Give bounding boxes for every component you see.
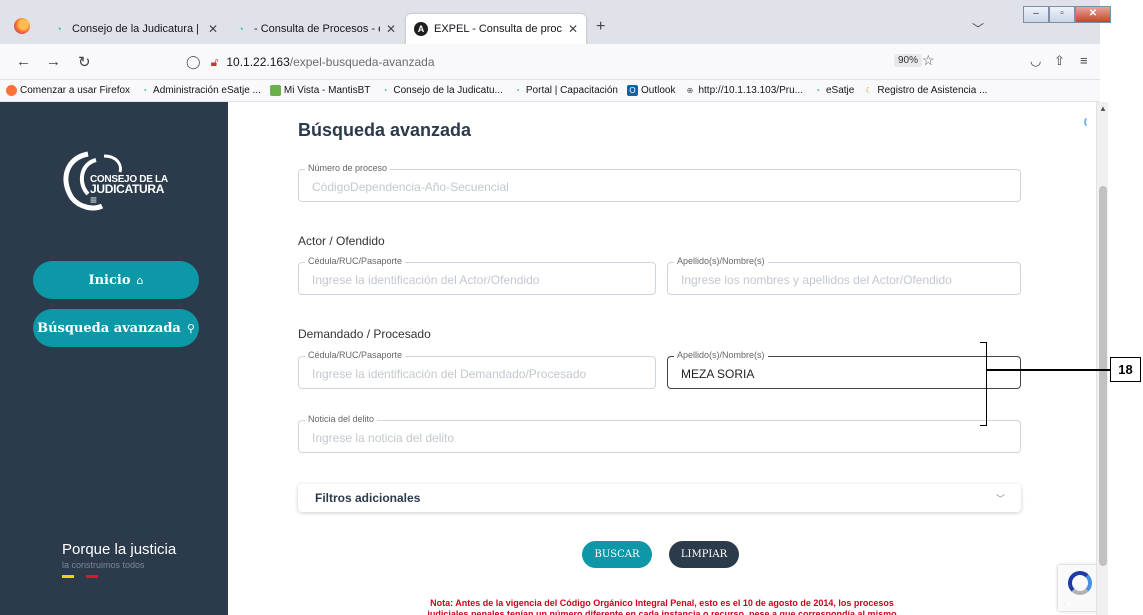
url-path: /expel-busqueda-avanzada [289,55,435,69]
flag-stripe-blue [74,575,86,578]
tab-consejo[interactable]: ◔ Consejo de la Judicatura | Cons ✕ [44,14,226,44]
logo-line-2: JUDICATURA ≡ [90,182,164,207]
url-bar[interactable]: ◯ 🔓︎ 10.1.22.163/expel-busqueda-avanzada [186,49,918,75]
new-tab-button[interactable]: + [596,18,605,36]
menu-icon[interactable]: ≡ [1080,53,1088,68]
bookmark-star-icon[interactable]: ☆ [922,52,935,69]
browser-nav-bar: ← → ↻ ◯ 🔓︎ 10.1.22.163/expel-busqueda-av… [0,44,1100,80]
window-close-icon[interactable]: ✕ [1075,6,1111,23]
flag-stripe-yellow [62,575,74,578]
angular-icon: A [414,22,428,36]
bookmark-item[interactable]: ◔ Portal | Capacitación [512,85,618,96]
bookmark-item[interactable]: ◔ eSatje [812,85,854,96]
reload-icon[interactable]: ↻ [78,53,91,71]
annotation-line [987,369,1110,371]
scroll-up-icon[interactable]: ▲ [1099,104,1107,113]
demandado-section-title: Demandado / Procesado [298,327,431,341]
legal-note: Nota: Antes de la vigencia del Código Or… [427,598,897,615]
back-arrow-icon[interactable]: ← [16,53,31,70]
limpiar-button[interactable]: LIMPIAR [669,541,739,568]
bookmarks-bar: Comenzar a usar Firefox ◔ Administración … [0,80,1100,102]
esatje-icon: ◔ [56,24,62,34]
actor-id-field[interactable]: Cédula/RUC/Pasaporte Ingrese la identifi… [298,256,656,295]
tab-expel[interactable]: A EXPEL - Consulta de procesos ✕ [406,14,586,44]
buscar-button[interactable]: BUSCAR [582,541,652,568]
page-scrollbar[interactable]: ▲ [1096,102,1108,615]
scroll-thumb[interactable] [1099,186,1107,566]
bookmark-item[interactable]: Mi Vista - MantisBT [269,85,370,96]
demandado-name-field[interactable]: Apellido(s)/Nombre(s) MEZA SORIA [667,350,1021,389]
zoom-level[interactable]: 90% [894,54,923,67]
tab-close-icon[interactable]: ✕ [386,22,396,36]
esatje-icon: ◔ [238,24,244,34]
nav-busqueda-button[interactable]: Búsqueda avanzada ⚲ [33,309,199,347]
forward-arrow-icon[interactable]: → [46,53,61,70]
registro-icon: ☾ [865,86,873,95]
bookmark-item[interactable]: O Outlook [626,85,675,96]
annotation-bracket [980,342,987,426]
shield-icon[interactable]: ◯ [186,54,201,70]
actor-section-title: Actor / Ofendido [298,234,385,248]
share-icon[interactable]: ⇧ [1054,53,1065,69]
browser-tab-bar: ◔ Consejo de la Judicatura | Cons ✕ ◔ - … [0,0,1111,44]
bookmark-item[interactable]: ◔ Administración eSatje ... [139,85,261,96]
judicatura-logo: CONSEJO DE LA JUDICATURA ≡ [58,150,168,212]
actor-name-field[interactable]: Apellido(s)/Nombre(s) Ingrese los nombre… [667,256,1021,295]
tab-close-icon[interactable]: ✕ [568,22,578,36]
tab-esatje[interactable]: ◔ - Consulta de Procesos - eSATJE ✕ [226,14,404,44]
maximize-icon[interactable]: ▫ [1049,6,1075,23]
tab-close-icon[interactable]: ✕ [208,22,218,36]
firefox-icon [6,85,17,96]
url-host: 10.1.22.163 [226,55,290,69]
noticia-delito-field[interactable]: Noticia del delito Ingrese la noticia de… [298,414,1021,453]
demandado-id-field[interactable]: Cédula/RUC/Pasaporte Ingrese la identifi… [298,350,656,389]
sidebar: CONSEJO DE LA JUDICATURA ≡ Inicio ⌂ Búsq… [0,102,228,615]
nav-inicio-button[interactable]: Inicio ⌂ [33,261,199,299]
window-controls: – ▫ ✕ [1023,6,1111,23]
outlook-icon: O [626,85,638,96]
loading-spinner-icon [1084,116,1096,128]
recaptcha-icon [1068,571,1092,595]
globe-icon: ⊕ [686,86,694,95]
screenshot-root: ◔ Consejo de la Judicatura | Cons ✕ ◔ - … [0,0,1143,615]
flag-stripe-red [86,575,98,578]
mantis-icon [269,85,281,96]
firefox-icon [14,18,30,34]
esatje-icon: ◔ [382,86,388,95]
esatje-icon: ◔ [142,86,147,95]
tagline: Porque la justicia [62,541,177,558]
numero-proceso-field[interactable]: Número de proceso CódigoDependencia-Año-… [298,163,1021,202]
esatje-icon: ◔ [815,86,820,95]
list-tabs-icon[interactable]: ﹀ [972,20,984,37]
bookmark-item[interactable]: ☾ Registro de Asistencia ... [863,85,987,96]
page-title: Búsqueda avanzada [298,120,472,140]
filtros-adicionales-panel[interactable]: Filtros adicionales ﹀ [298,484,1021,512]
esatje-icon: ◔ [514,86,520,95]
annotation-number: 18 [1110,357,1141,382]
main-content: Búsqueda avanzada Número de proceso Códi… [228,102,1104,615]
bookmark-item[interactable]: Comenzar a usar Firefox [6,85,130,96]
bookmark-item[interactable]: ⊕ http://10.1.13.103/Pru... [684,85,803,96]
search-icon: ⚲ [186,321,195,335]
pocket-icon[interactable]: ◡ [1030,53,1041,69]
insecure-lock-icon[interactable]: 🔓︎ [211,55,219,70]
home-icon: ⌂ [136,273,144,287]
chevron-down-icon: ﹀ [995,494,1005,504]
tagline-sub: la construimos todos [62,560,145,570]
bookmark-item[interactable]: ◔ Consejo de la Judicatu... [379,85,502,96]
minimize-icon[interactable]: – [1023,6,1049,23]
